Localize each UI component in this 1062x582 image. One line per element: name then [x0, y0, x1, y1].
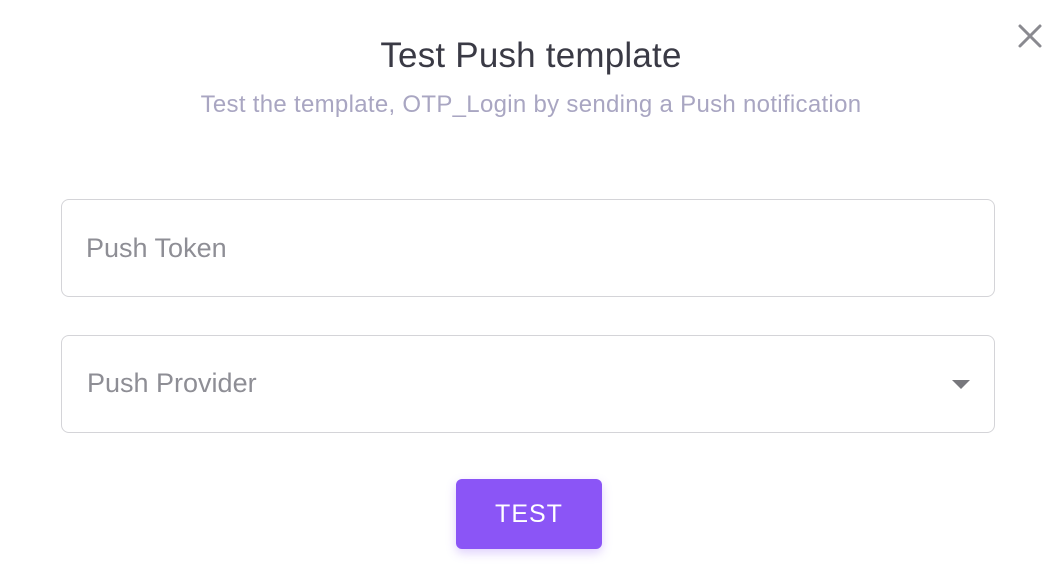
dialog-subtitle: Test the template, OTP_Login by sending … — [200, 91, 862, 118]
push-provider-select[interactable]: Push Provider — [61, 335, 995, 433]
push-token-field — [61, 199, 995, 297]
test-button[interactable]: TEST — [456, 479, 602, 549]
push-token-input[interactable] — [62, 200, 994, 296]
push-provider-label: Push Provider — [87, 368, 257, 398]
dialog-title: Test Push template — [380, 36, 682, 75]
test-push-dialog: Test Push template Test the template, OT… — [0, 0, 1062, 582]
chevron-down-icon — [952, 380, 970, 389]
